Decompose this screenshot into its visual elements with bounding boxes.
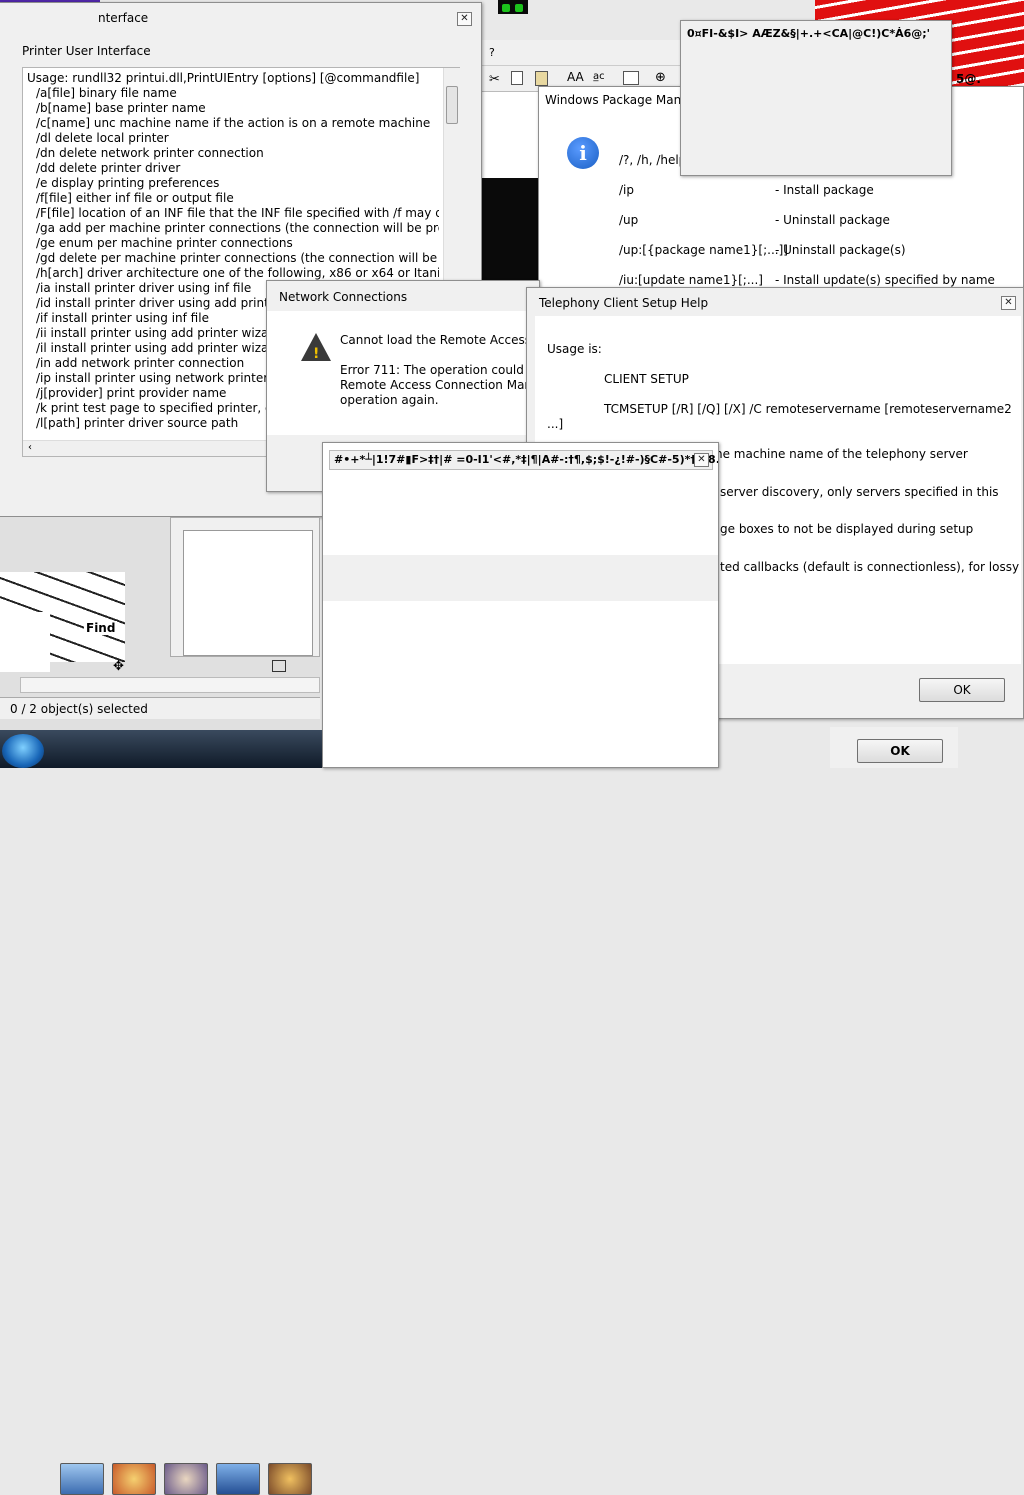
status-bar: 0 / 2 object(s) selected	[0, 697, 320, 719]
option-flag: /up:[{package name1}[;...]]	[619, 243, 788, 257]
printer-ui-header: Printer User Interface	[22, 44, 151, 58]
scroll-thumb[interactable]	[446, 86, 458, 124]
usage-line: /ge enum per machine printer connections	[36, 236, 293, 250]
window-title-text: nterface	[98, 11, 149, 25]
usage-line: /ip install printer using network printe…	[36, 371, 302, 385]
usage-line: /in add network printer connection	[36, 356, 245, 370]
close-icon[interactable]: ✕	[457, 12, 472, 26]
goto-icon[interactable]	[623, 71, 639, 85]
usage-line: /if install printer using inf file	[36, 311, 209, 325]
taskbar-monitor-icon[interactable]	[60, 1463, 104, 1495]
usage-line: /c[name] unc machine name if the action …	[36, 116, 431, 130]
cut-icon[interactable]: ✂	[489, 72, 500, 87]
usage-line: /h[arch] driver architecture one of the …	[36, 266, 439, 280]
window-title: nterface	[0, 3, 481, 33]
usage-line: Usage: rundll32 printui.dll,PrintUIEntry…	[27, 71, 420, 85]
usage-line: /ga add per machine printer connections …	[36, 221, 439, 235]
garbled-title-text: 0¤FI-&$I> AÆZ&§|+.+<CA|@C!)C*Ȧ6@;'	[687, 27, 931, 40]
start-orb-icon[interactable]	[2, 734, 44, 768]
taskbar-users-icon[interactable]	[164, 1463, 208, 1495]
taskbar	[0, 730, 322, 1495]
garbled-dialog: #•+*┴|1!7#▮F>‡†|# =0-I1'<#,*‡|¶|A#-:†¶,$…	[322, 442, 719, 768]
option-flag: /ip	[619, 183, 634, 197]
network-message-line: Error 711: The operation could not f	[340, 363, 540, 377]
option-flag: /?, /h, /help	[619, 153, 687, 167]
info-icon: i	[567, 137, 599, 169]
usage-line: /e display printing preferences	[36, 176, 220, 190]
syntax-text-continued: ...]	[547, 417, 564, 431]
option-description: - Install package	[775, 183, 874, 197]
toolbar-icon[interactable]	[272, 660, 286, 672]
explorer-fragment: Find ✥ 0 / 2 object(s) selected	[0, 517, 320, 732]
option-description: - Install update(s) specified by name	[775, 273, 995, 287]
ok-button[interactable]: OK	[919, 678, 1005, 702]
usage-line: /ia install printer driver using inf fil…	[36, 281, 252, 295]
telephony-line: he machine name of the telephony server	[715, 447, 968, 461]
network-message-1: Cannot load the Remote Access Co	[340, 333, 540, 347]
usage-label: Usage is:	[547, 342, 602, 356]
zoom-icon[interactable]: ⊕	[655, 70, 666, 85]
telephony-title: Telephony Client Setup Help	[527, 290, 1023, 316]
garbled-window-top: 0¤FI-&$I> AÆZ&§|+.+<CA|@C!)C*Ȧ6@;'	[680, 20, 952, 176]
telephony-line: ted callbacks (default is connectionless…	[720, 559, 1020, 574]
garbled-dialog-band	[323, 555, 718, 601]
scroll-left-icon[interactable]: ‹	[28, 442, 32, 453]
usage-line: /b[name] base printer name	[36, 101, 206, 115]
syntax-text: TCMSETUP [/R] [/Q] [/X] /C remoteservern…	[604, 402, 1012, 416]
close-icon[interactable]: ✕	[694, 453, 709, 467]
bottom-ok-button[interactable]: OK	[857, 739, 943, 763]
paste-icon[interactable]	[535, 71, 548, 86]
garbled-side-text: 5@.	[956, 72, 981, 86]
dialog-body: ! Cannot load the Remote Access Co Error…	[267, 311, 540, 435]
close-icon[interactable]: ✕	[1001, 296, 1016, 310]
usage-line: /il install printer using add printer wi…	[36, 341, 281, 355]
package-title-text: Windows Package Manag	[545, 93, 697, 107]
network-title: Network Connections	[267, 284, 539, 310]
garbled-title: 0¤FI-&$I> AÆZ&§|+.+<CA|@C!)C*Ȧ6@;'	[681, 21, 951, 47]
usage-line: /dn delete network printer connection	[36, 146, 264, 160]
client-setup-label: CLIENT SETUP	[604, 372, 689, 386]
taskbar-network-icon[interactable]	[216, 1463, 260, 1495]
usage-line: /f[file] either inf file or output file	[36, 191, 234, 205]
telephony-line: ge boxes to not be displayed during setu…	[720, 522, 974, 536]
copy-icon[interactable]	[511, 71, 523, 85]
warning-mark: !	[313, 346, 320, 362]
move-icon[interactable]: ✥	[113, 659, 124, 674]
network-message-line: Remote Access Connection Manag	[340, 378, 540, 392]
usage-line: /F[file] location of an INF file that th…	[36, 206, 439, 220]
taskbar-people-icon[interactable]	[268, 1463, 312, 1495]
option-description: - Uninstall package(s)	[775, 243, 906, 257]
white-block	[0, 612, 50, 672]
usage-line: /k print test page to specified printer,…	[36, 401, 302, 415]
usage-line: /id install printer driver using add pri…	[36, 296, 301, 310]
usage-line: /j[provider] print provider name	[36, 386, 227, 400]
telephony-title-text: Telephony Client Setup Help	[539, 296, 709, 310]
option-flag: /up	[619, 213, 639, 227]
menu-bar: ?	[481, 40, 701, 66]
status-text: 0 / 2 object(s) selected	[10, 702, 148, 716]
lower-scrollbar[interactable]	[20, 677, 320, 693]
menu-item-help[interactable]: ?	[489, 46, 495, 59]
option-description: - Uninstall package	[775, 213, 890, 227]
find-icon[interactable]: AA	[567, 70, 584, 84]
taskbar-paint-icon[interactable]	[112, 1463, 156, 1495]
telephony-line: server discovery, only servers specified…	[720, 484, 999, 499]
option-flag: /iu:[update name1}[;...]	[619, 273, 763, 287]
find-label[interactable]: Find	[84, 621, 118, 635]
green-marker	[498, 0, 528, 14]
usage-line: /a[file] binary file name	[36, 86, 177, 100]
usage-line: /gd delete per machine printer connectio…	[36, 251, 439, 265]
usage-line: /dd delete printer driver	[36, 161, 181, 175]
network-message-line: operation again.	[340, 393, 439, 407]
explorer-inner	[183, 530, 313, 656]
usage-line: /ii install printer using add printer wi…	[36, 326, 303, 340]
explorer-panel	[170, 517, 320, 657]
replace-icon[interactable]: a̲c	[593, 71, 605, 82]
network-title-text: Network Connections	[279, 290, 408, 304]
garbled-dialog-title: #•+*┴|1!7#▮F>‡†|# =0-I1'<#,*‡|¶|A#-:†¶,$…	[334, 453, 719, 466]
garbled-dialog-titlebar: #•+*┴|1!7#▮F>‡†|# =0-I1'<#,*‡|¶|A#-:†¶,$…	[329, 450, 718, 470]
usage-line: /dl delete local printer	[36, 131, 169, 145]
usage-line: /l[path] printer driver source path	[36, 416, 239, 430]
